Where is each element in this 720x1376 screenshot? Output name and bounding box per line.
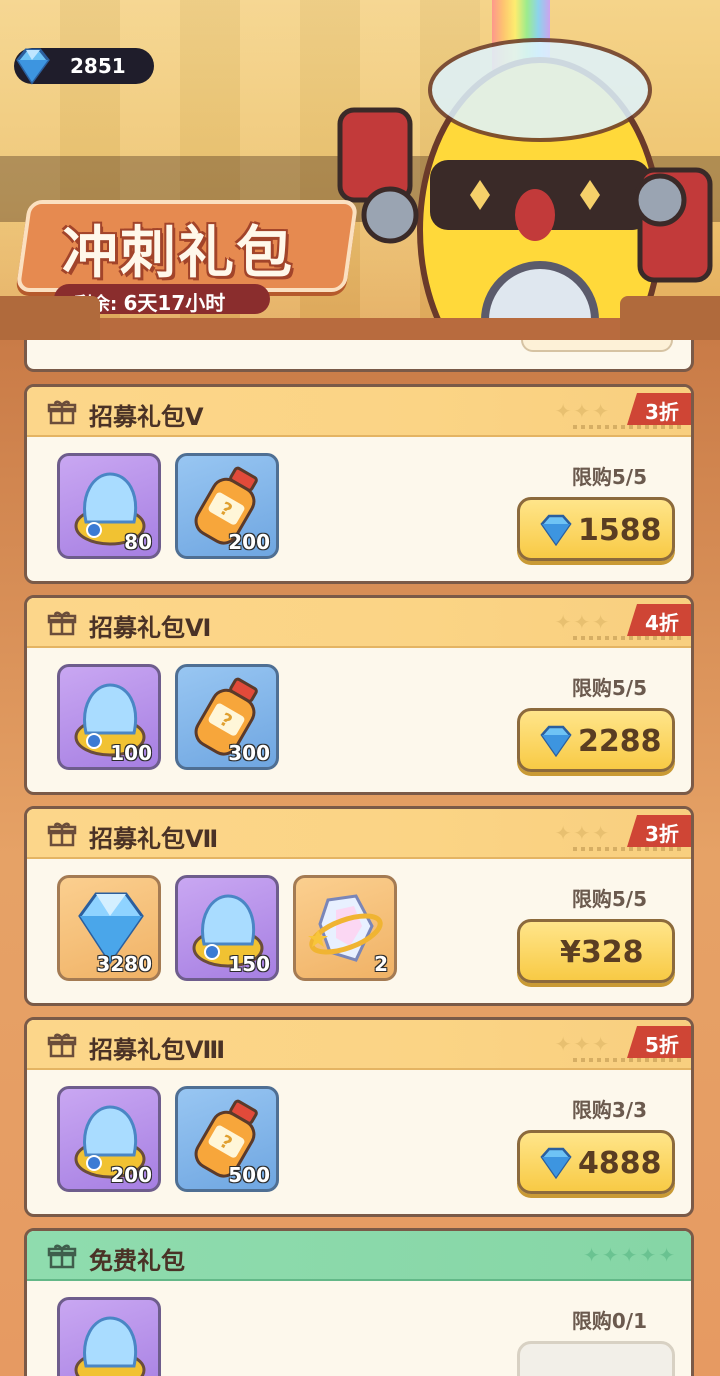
purchase-limit: 限购5/5 (571, 676, 647, 700)
price-label: 2288 (578, 724, 662, 759)
item-quantity: 3280 (96, 952, 152, 976)
previous-pack-buy-button[interactable] (521, 340, 673, 352)
gem-count: 2851 (70, 54, 126, 78)
decorative-stars: ✦✦✦ (554, 610, 611, 634)
item-slot[interactable]: ? 500 (175, 1086, 279, 1192)
gift-icon (47, 400, 77, 425)
item-quantity: 100 (110, 741, 152, 765)
item-quantity: 150 (228, 952, 270, 976)
diamond-icon (540, 725, 572, 757)
gem-currency-counter[interactable]: 2851 (14, 48, 154, 85)
decorative-bars (573, 425, 683, 429)
item-slot[interactable] (57, 1297, 161, 1376)
decorative-bars (573, 636, 683, 640)
item-quantity: 200 (228, 530, 270, 554)
discount-badge: 3折 (627, 393, 691, 425)
item-slot[interactable]: 3280 (57, 875, 161, 981)
pack-header: 免费礼包 ✦✦✦✦✦ (27, 1231, 691, 1281)
pack-card-viii: 招募礼包Ⅷ ✦✦✦ 5折 200 ? 500 限购3/3 4888 (24, 1017, 694, 1217)
decorative-stars: ✦✦✦ (554, 1032, 611, 1056)
purchase-limit: 限购3/3 (571, 1098, 647, 1122)
discount-badge: 4折 (627, 604, 691, 636)
buy-button[interactable]: 4888 (517, 1130, 675, 1194)
purchase-limit: 限购5/5 (571, 887, 647, 911)
item-quantity: 80 (124, 530, 152, 554)
buy-button[interactable]: ¥328 (517, 919, 675, 983)
item-quantity: 500 (228, 1163, 270, 1187)
countdown-value: 6天17小时 (123, 291, 226, 315)
page-title: 冲刺礼包 (62, 221, 294, 286)
price-label: ¥328 (560, 935, 644, 970)
gift-icon (47, 1033, 77, 1058)
item-slot[interactable]: ? 300 (175, 664, 279, 770)
price-label: 1588 (578, 513, 662, 548)
pack-header: 招募礼包Ⅶ ✦✦✦ 3折 (27, 809, 691, 859)
diamond-icon (540, 514, 572, 546)
purchase-limit: 限购5/5 (571, 465, 647, 489)
gift-icon (47, 822, 77, 847)
item-slot[interactable]: 100 (57, 664, 161, 770)
pack-title: 招募礼包Ⅴ (89, 403, 204, 431)
pack-header: 招募礼包Ⅵ ✦✦✦ 4折 (27, 598, 691, 648)
pack-title: 招募礼包Ⅶ (89, 825, 219, 853)
diamond-icon (16, 48, 50, 85)
previous-pack-card-partial (24, 340, 694, 372)
pack-list[interactable]: 招募礼包Ⅴ ✦✦✦ 3折 80 ? 200 限购5/5 1588 招募礼包Ⅵ ✦… (0, 340, 720, 1376)
pack-card-free: 免费礼包 ✦✦✦✦✦ 限购0/1 (24, 1228, 694, 1376)
decorative-bars (573, 847, 683, 851)
recruit-capsule-icon (74, 1316, 146, 1376)
buy-button[interactable]: 2288 (517, 708, 675, 772)
pack-title: 招募礼包Ⅷ (89, 1036, 226, 1064)
pack-header: 招募礼包Ⅴ ✦✦✦ 3折 (27, 387, 691, 437)
pack-title: 免费礼包 (89, 1247, 185, 1275)
pack-title: 招募礼包Ⅵ (89, 614, 212, 642)
pack-card-vi: 招募礼包Ⅵ ✦✦✦ 4折 100 ? 300 限购5/5 2288 (24, 595, 694, 795)
pack-header: 招募礼包Ⅷ ✦✦✦ 5折 (27, 1020, 691, 1070)
buy-button[interactable]: 1588 (517, 497, 675, 561)
decorative-bars (573, 1058, 683, 1062)
item-quantity: 200 (110, 1163, 152, 1187)
item-slot[interactable]: 80 (57, 453, 161, 559)
item-slot[interactable]: 200 (57, 1086, 161, 1192)
gift-icon (47, 1244, 77, 1269)
pack-card-v: 招募礼包Ⅴ ✦✦✦ 3折 80 ? 200 限购5/5 1588 (24, 384, 694, 584)
decorative-stars: ✦✦✦ (554, 821, 611, 845)
gift-icon (47, 611, 77, 636)
discount-badge: 5折 (627, 1026, 691, 1058)
event-banner: 2851 冲刺礼包 剩余: 6天17小时 (0, 0, 720, 350)
item-slot[interactable]: 150 (175, 875, 279, 981)
item-quantity: 300 (228, 741, 270, 765)
decorative-stars: ✦✦✦✦✦ (583, 1243, 677, 1267)
claim-button[interactable] (517, 1341, 675, 1376)
purchase-limit: 限购0/1 (571, 1309, 647, 1333)
item-slot[interactable]: 2 (293, 875, 397, 981)
discount-badge: 3折 (627, 815, 691, 847)
item-quantity: 2 (374, 952, 388, 976)
diamond-icon (540, 1147, 572, 1179)
decorative-stars: ✦✦✦ (554, 399, 611, 423)
pack-card-vii: 招募礼包Ⅶ ✦✦✦ 3折 3280 150 2 限购5/5 ¥328 (24, 806, 694, 1006)
price-label: 4888 (578, 1146, 662, 1181)
item-slot[interactable]: ? 200 (175, 453, 279, 559)
